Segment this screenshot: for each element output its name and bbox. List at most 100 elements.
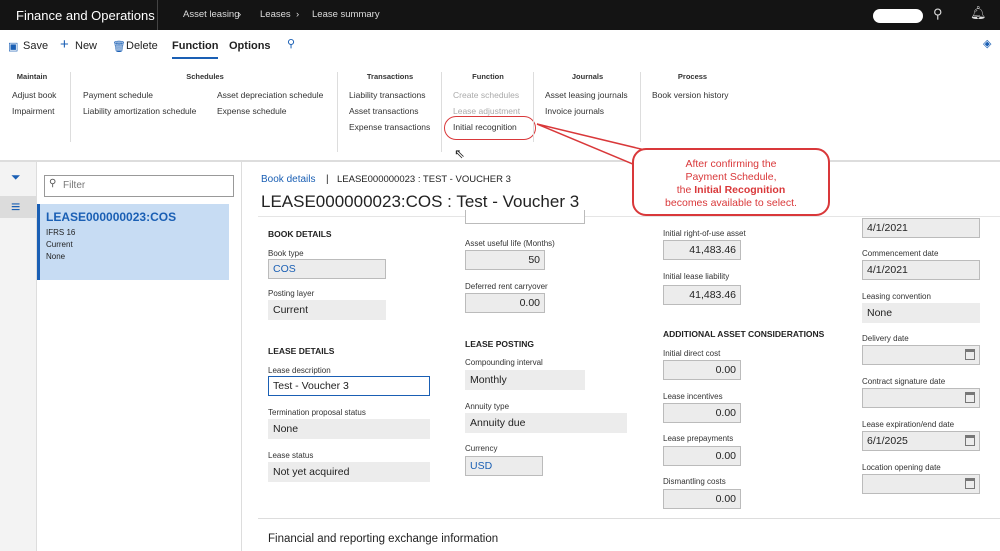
card-line: Current	[46, 240, 73, 249]
highlight-circle	[444, 116, 536, 140]
expense-schedule-button[interactable]: Expense schedule	[217, 106, 286, 116]
label: Lease status	[268, 451, 314, 460]
label: Book type	[268, 249, 304, 258]
initial-lease-liability-field: 41,483.46	[663, 285, 741, 305]
label: Deferred rent carryover	[465, 282, 548, 291]
settings-icon[interactable]: ◈	[983, 37, 991, 50]
expense-transactions-button[interactable]: Expense transactions	[349, 122, 430, 132]
fasttab-financial[interactable]: Financial and reporting exchange informa…	[258, 518, 1000, 551]
label: Compounding interval	[465, 358, 543, 367]
save-button[interactable]: Save	[23, 40, 48, 52]
label: Currency	[465, 444, 498, 453]
notification-icon[interactable]: 🔔︎	[970, 5, 987, 21]
menu-icon: ≡	[11, 199, 21, 216]
delivery-date-input[interactable]	[862, 345, 980, 365]
callout-emphasis: Initial Recognition	[694, 184, 786, 197]
asset-transactions-button[interactable]: Asset transactions	[349, 106, 418, 116]
calendar-icon[interactable]	[965, 349, 975, 360]
commencement-date-field[interactable]: 4/1/2021	[862, 260, 980, 280]
label: Asset useful life (Months)	[465, 239, 555, 248]
label: Delivery date	[862, 334, 909, 343]
compounding-field: Monthly	[465, 370, 585, 390]
label: Initial direct cost	[663, 349, 721, 358]
scrolled-field[interactable]	[465, 210, 585, 224]
breadcrumb-leases[interactable]: Leases	[260, 9, 291, 20]
divider	[337, 72, 338, 152]
deferred-rent-field[interactable]: 0.00	[465, 293, 545, 313]
lease-description-input[interactable]: Test - Voucher 3	[268, 376, 430, 396]
location-opening-date-input[interactable]	[862, 474, 980, 494]
company-selector[interactable]	[873, 9, 923, 23]
asset-depreciation-schedule-button[interactable]: Asset depreciation schedule	[217, 90, 323, 100]
lease-incentives-field[interactable]: 0.00	[663, 403, 741, 423]
search-icon[interactable]: ⚲	[287, 37, 295, 50]
annotation-callout: After confirming the Payment Schedule, t…	[632, 148, 830, 216]
new-button[interactable]: New	[75, 40, 97, 52]
callout-text: After confirming the	[685, 158, 777, 170]
delete-icon: 🗑︎	[112, 41, 126, 53]
date-field[interactable]: 4/1/2021	[862, 218, 980, 238]
liability-transactions-button[interactable]: Liability transactions	[349, 90, 426, 100]
lease-prepayments-field[interactable]: 0.00	[663, 446, 741, 466]
breadcrumb-text: LEASE000000023 : TEST - VOUCHER 3	[337, 174, 511, 185]
posting-layer-field: Current	[268, 300, 386, 320]
search-icon[interactable]: ⚲	[933, 6, 943, 22]
invoice-journals-button[interactable]: Invoice journals	[545, 106, 604, 116]
breadcrumb-asset-leasing[interactable]: Asset leasing	[183, 9, 240, 20]
book-version-history-button[interactable]: Book version history	[652, 90, 729, 100]
list-item[interactable]: LEASE000000023:COS IFRS 16 Current None	[37, 204, 229, 280]
label: Location opening date	[862, 463, 941, 472]
lease-expiration-date-input[interactable]: 6/1/2025	[862, 431, 980, 451]
group-maintain-title: Maintain	[16, 72, 48, 81]
calendar-icon[interactable]	[965, 392, 975, 403]
section-additional: ADDITIONAL ASSET CONSIDERATIONS	[663, 329, 825, 339]
filter-icon[interactable]: ⏷	[11, 170, 21, 185]
group-process-title: Process	[677, 72, 708, 81]
divider	[533, 72, 534, 142]
tab-options[interactable]: Options	[229, 40, 271, 52]
ribbon: Maintain Adjust book Impairment Schedule…	[0, 62, 1000, 160]
annuity-type-field: Annuity due	[465, 413, 627, 433]
save-icon: ▣	[8, 41, 19, 53]
initial-direct-cost-field[interactable]: 0.00	[663, 360, 741, 380]
lease-adjustment-button[interactable]: Lease adjustment	[453, 106, 520, 116]
label: Lease incentives	[663, 392, 723, 401]
liability-amortization-schedule-button[interactable]: Liability amortization schedule	[83, 106, 196, 116]
label: Contract signature date	[862, 377, 946, 386]
chevron-right-icon: ›	[296, 9, 300, 20]
card-title: LEASE000000023:COS	[46, 210, 177, 224]
asset-leasing-journals-button[interactable]: Asset leasing journals	[545, 90, 628, 100]
filter-input[interactable]: Filter	[44, 175, 234, 197]
adjust-book-button[interactable]: Adjust book	[12, 90, 56, 100]
contract-signature-date-input[interactable]	[862, 388, 980, 408]
app-title[interactable]: Finance and Operations	[16, 8, 155, 23]
section-lease-details: LEASE DETAILS	[268, 346, 335, 356]
label: Dismantling costs	[663, 477, 726, 486]
label: Commencement date	[862, 249, 939, 258]
list-toggle[interactable]: ≡	[0, 196, 36, 218]
calendar-icon[interactable]	[965, 435, 975, 446]
callout-text: Payment Schedule,	[685, 171, 777, 184]
delete-button[interactable]: Delete	[126, 40, 158, 52]
breadcrumb-book-details[interactable]: Book details	[261, 174, 315, 185]
group-journals-title: Journals	[571, 72, 604, 81]
chevron-right-icon: ›	[238, 9, 242, 20]
tab-function[interactable]: Function	[172, 40, 219, 59]
label: Lease prepayments	[663, 434, 734, 443]
search-icon: ⚲	[49, 178, 57, 189]
group-function-title: Function	[472, 72, 504, 81]
create-schedules-button[interactable]: Create schedules	[453, 90, 519, 100]
page-title: LEASE000000023:COS : Test - Voucher 3	[261, 192, 580, 211]
currency-field[interactable]: USD	[465, 456, 543, 476]
useful-life-field[interactable]: 50	[465, 250, 545, 270]
left-nav: ⏷ ≡	[0, 162, 37, 551]
label: Termination proposal status	[268, 408, 366, 417]
dismantling-costs-field[interactable]: 0.00	[663, 489, 741, 509]
divider	[70, 72, 71, 142]
mouse-cursor-icon: ⇖	[454, 146, 465, 161]
breadcrumb-lease-summary[interactable]: Lease summary	[312, 9, 380, 20]
calendar-icon[interactable]	[965, 478, 975, 489]
impairment-button[interactable]: Impairment	[12, 106, 55, 116]
book-type-field[interactable]: COS	[268, 259, 386, 279]
payment-schedule-button[interactable]: Payment schedule	[83, 90, 153, 100]
